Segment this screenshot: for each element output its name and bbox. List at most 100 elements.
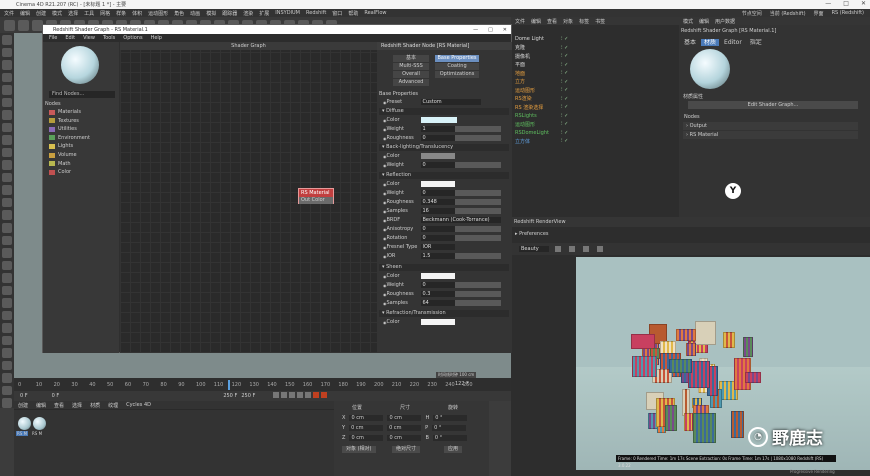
knife-icon[interactable] bbox=[2, 210, 12, 220]
menu-item[interactable]: 样条 bbox=[116, 10, 126, 17]
rs-material-node[interactable]: RS Material Out Color bbox=[298, 188, 334, 204]
lock-icon[interactable] bbox=[2, 147, 12, 158]
library-category[interactable]: Textures bbox=[49, 118, 79, 124]
menu-item[interactable]: 模式 bbox=[52, 10, 62, 17]
attr-menu-item[interactable]: 用户数据 bbox=[715, 18, 735, 25]
object-row[interactable]: 运动图形 ⁝ ✓ bbox=[511, 120, 679, 128]
render-view-prefs[interactable]: ▸ Preferences bbox=[515, 231, 549, 237]
minimize-button[interactable]: — bbox=[825, 0, 831, 7]
reflection-roughness-slider[interactable] bbox=[454, 199, 501, 205]
menu-item[interactable]: 模拟 bbox=[206, 10, 216, 17]
object-row[interactable]: 立方体 ⁝ ✓ bbox=[511, 137, 679, 145]
coord-position-field[interactable]: 0 cm bbox=[349, 415, 384, 421]
edit-shader-graph-button[interactable]: Edit Shader Graph... bbox=[688, 101, 858, 109]
object-visibility-icon[interactable]: ⁝ ✓ bbox=[561, 121, 568, 127]
end-frame-field[interactable]: 250 F bbox=[223, 393, 237, 399]
sg-menu-item[interactable]: Edit bbox=[65, 35, 75, 41]
material-menu-item[interactable]: 纹理 bbox=[108, 402, 118, 409]
bridge-icon[interactable] bbox=[2, 260, 12, 271]
menu-item[interactable]: RealFlow bbox=[364, 10, 386, 16]
menu-item[interactable]: 动画 bbox=[190, 10, 200, 17]
texture-icon[interactable] bbox=[2, 47, 12, 58]
coord-rotation-field[interactable]: 0 ° bbox=[432, 425, 467, 431]
object-visibility-icon[interactable]: ⁝ ✓ bbox=[561, 36, 568, 42]
object-menu-item[interactable]: 文件 bbox=[515, 18, 525, 25]
symmetry-icon[interactable] bbox=[2, 310, 12, 321]
object-visibility-icon[interactable]: ⁝ ✓ bbox=[561, 53, 568, 59]
object-row[interactable]: 摄像机 ⁝ ✓ bbox=[511, 52, 679, 60]
edges-icon[interactable] bbox=[2, 72, 12, 83]
tab-basic[interactable]: 基本 bbox=[393, 55, 429, 62]
sg-close-button[interactable]: ✕ bbox=[503, 27, 507, 33]
coord-size-field[interactable]: 0 cm bbox=[387, 435, 422, 441]
menu-item[interactable]: 工具 bbox=[84, 10, 94, 17]
find-nodes-input[interactable]: Find Nodes... bbox=[49, 91, 115, 98]
undo-icon[interactable] bbox=[4, 19, 15, 31]
workplane-icon[interactable] bbox=[2, 135, 12, 145]
menu-item[interactable]: 创建 bbox=[36, 10, 46, 17]
object-menu-item[interactable]: 标签 bbox=[579, 18, 589, 25]
fresnel-type-field[interactable]: IOR bbox=[420, 244, 455, 250]
menu-item[interactable]: 扩展 bbox=[259, 10, 269, 17]
shader-graph-canvas[interactable]: Shader Graph RS Material Out Color bbox=[120, 42, 377, 353]
weld-icon[interactable] bbox=[2, 273, 12, 283]
material-menu-item[interactable]: 查看 bbox=[54, 402, 64, 409]
object-menu-item[interactable]: 编辑 bbox=[531, 18, 541, 25]
sheen-samples-field[interactable]: 64 bbox=[420, 300, 455, 306]
refraction-section[interactable]: ▾ Refraction/Transmission bbox=[379, 310, 509, 317]
reflection-weight-field[interactable]: 0 bbox=[420, 190, 455, 196]
menu-item[interactable]: 角色 bbox=[174, 10, 184, 17]
sheen-section[interactable]: ▾ Sheen bbox=[379, 264, 509, 271]
sheen-roughness-slider[interactable] bbox=[454, 291, 501, 297]
diffuse-weight-field[interactable]: 1 bbox=[420, 126, 455, 132]
redo-icon[interactable] bbox=[18, 19, 29, 31]
step-forward-icon[interactable] bbox=[297, 392, 304, 398]
menu-item[interactable]: 选择 bbox=[68, 10, 78, 17]
object-menu-item[interactable]: 书签 bbox=[595, 18, 605, 25]
sg-menu-item[interactable]: Options bbox=[123, 35, 142, 41]
model-icon[interactable] bbox=[2, 35, 12, 45]
diffuse-section[interactable]: ▾ Diffuse bbox=[379, 108, 509, 115]
object-row[interactable]: 运动图形 ⁝ ✓ bbox=[511, 86, 679, 94]
library-category[interactable]: Materials bbox=[49, 109, 81, 115]
coord-size-mode-select[interactable]: 绝对尺寸 bbox=[392, 446, 421, 453]
coord-position-field[interactable]: 0 cm bbox=[349, 425, 384, 431]
object-visibility-icon[interactable]: ⁝ ✓ bbox=[561, 104, 568, 110]
menu-item[interactable]: 体积 bbox=[132, 10, 142, 17]
object-row[interactable]: RSDomeLight ⁝ ✓ bbox=[511, 129, 679, 137]
sg-minimize-button[interactable]: — bbox=[473, 27, 478, 33]
object-row[interactable]: 克隆 ⁝ ✓ bbox=[511, 44, 679, 52]
object-row[interactable]: RS渲染 ⁝ ✓ bbox=[511, 95, 679, 103]
menu-item[interactable]: 渲染 bbox=[243, 10, 253, 17]
rotation-slider[interactable] bbox=[454, 235, 501, 241]
brdf-field[interactable]: Beckmann (Cook-Torrance) bbox=[420, 217, 501, 223]
mesh-icon[interactable] bbox=[2, 398, 12, 408]
coord-position-field[interactable]: 0 cm bbox=[349, 435, 384, 441]
fast-forward-icon[interactable] bbox=[305, 392, 312, 398]
menu-item[interactable]: INSYDIUM bbox=[275, 10, 300, 16]
maximize-button[interactable]: □ bbox=[843, 0, 849, 7]
loop-icon[interactable] bbox=[2, 360, 12, 371]
material-menu-item[interactable]: 材质 bbox=[90, 402, 100, 409]
backlight-weight-slider[interactable] bbox=[454, 162, 501, 168]
object-row[interactable]: RSLights ⁝ ✓ bbox=[511, 112, 679, 120]
magnet-icon[interactable] bbox=[2, 222, 12, 233]
paint-icon[interactable] bbox=[2, 185, 12, 195]
apply-button[interactable]: 应用 bbox=[444, 446, 463, 453]
reflection-weight-slider[interactable] bbox=[454, 190, 501, 196]
object-row[interactable]: 地面 ⁝ ✓ bbox=[511, 69, 679, 77]
menu-item[interactable]: 窗口 bbox=[332, 10, 342, 17]
backlight-weight-field[interactable]: 0 bbox=[420, 162, 455, 168]
menubar-right-item[interactable]: 节点空间 bbox=[742, 10, 762, 17]
menu-item[interactable]: 编辑 bbox=[20, 10, 30, 17]
reflection-samples-field[interactable]: 16 bbox=[420, 208, 455, 214]
material-menu-item[interactable]: 编辑 bbox=[36, 402, 46, 409]
render-stop-icon[interactable] bbox=[569, 246, 575, 252]
material-menu-item[interactable]: Cycles 4D bbox=[126, 402, 151, 408]
points-icon[interactable] bbox=[2, 60, 12, 70]
object-visibility-icon[interactable]: ⁝ ✓ bbox=[561, 87, 568, 93]
timeline-playhead[interactable] bbox=[228, 380, 230, 390]
coord-rotation-field[interactable]: 0 ° bbox=[433, 415, 468, 421]
diffuse-color-color-swatch[interactable] bbox=[420, 117, 457, 123]
bevel-icon[interactable] bbox=[2, 248, 12, 258]
